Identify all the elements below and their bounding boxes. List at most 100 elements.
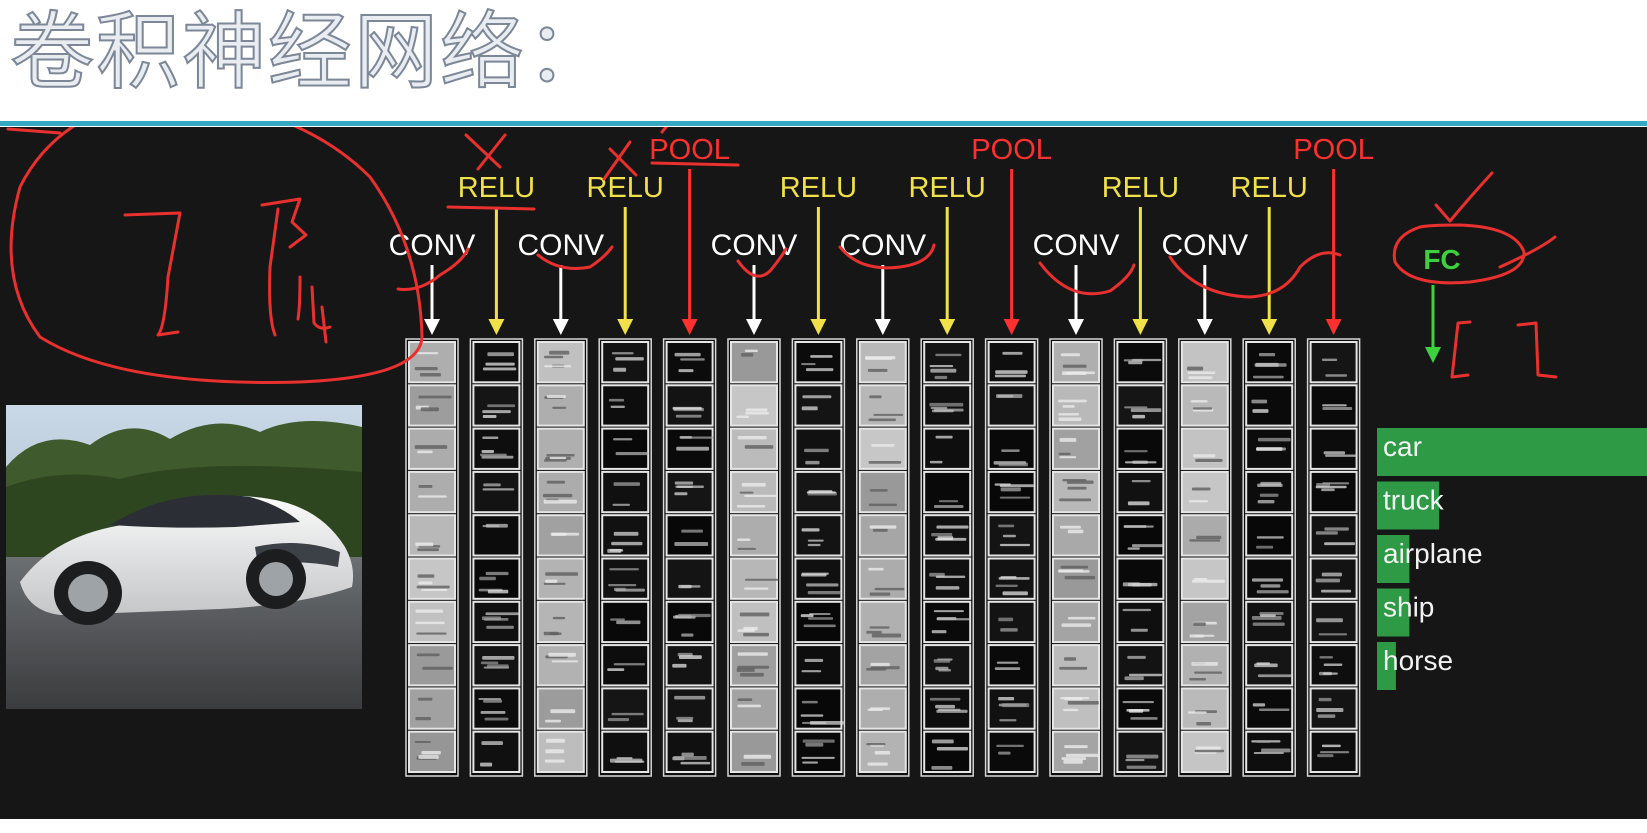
feature-streak <box>1001 703 1030 708</box>
feature-streak <box>418 495 447 498</box>
feature-map-cell <box>923 644 972 687</box>
feature-streak <box>550 709 576 714</box>
feature-map-cell <box>794 384 843 427</box>
feature-streak <box>679 436 693 439</box>
feature-streak <box>1066 480 1094 484</box>
feature-streak <box>480 661 499 665</box>
feature-streak <box>1123 359 1144 362</box>
feature-streak <box>482 414 497 419</box>
feature-streak <box>744 578 779 581</box>
prediction-label-ship: ship <box>1383 592 1434 623</box>
feature-map-columns <box>405 338 1361 777</box>
feature-streak <box>1323 451 1346 455</box>
feature-streak <box>868 567 884 571</box>
feature-streak <box>1125 759 1145 762</box>
feature-streak <box>871 633 902 638</box>
feature-streak <box>1002 351 1023 355</box>
feature-map-cell <box>730 644 778 687</box>
feature-streak <box>1252 703 1266 707</box>
feature-streak <box>933 659 951 663</box>
feature-streak <box>414 366 438 371</box>
feature-streak <box>806 491 836 494</box>
feature-streak <box>485 362 515 366</box>
feature-streak <box>743 754 772 759</box>
feature-streak <box>1130 628 1148 632</box>
feature-streak <box>613 482 640 486</box>
feature-streak <box>1257 437 1291 442</box>
feature-streak <box>866 743 886 746</box>
feature-map-cell <box>665 384 714 427</box>
feature-streak <box>737 547 757 550</box>
feature-streak <box>807 539 824 542</box>
feature-streak <box>607 668 625 671</box>
feature-streak <box>545 572 579 576</box>
feature-map-cell <box>987 730 1036 774</box>
feature-map-cell <box>408 644 456 687</box>
feature-streak <box>479 576 496 581</box>
feature-streak <box>1318 633 1348 636</box>
feature-map-cell <box>472 687 521 730</box>
feature-streak <box>1124 525 1154 528</box>
title-rule <box>0 121 1647 126</box>
feature-streak <box>934 375 948 380</box>
feature-streak <box>613 438 633 441</box>
feature-streak <box>802 761 818 764</box>
feature-map-cell <box>923 557 972 600</box>
feature-map-cell <box>665 557 714 600</box>
feature-map-cell <box>923 600 972 644</box>
feature-streak <box>1002 591 1028 596</box>
feature-streak <box>929 460 943 464</box>
feature-map-cell <box>1052 644 1100 687</box>
layer-arrow-head <box>1132 319 1149 335</box>
feature-streak <box>416 585 450 589</box>
feature-streak <box>487 664 509 669</box>
feature-streak <box>544 759 565 763</box>
layer-label-conv: CONV <box>711 229 798 262</box>
feature-streak <box>744 494 777 497</box>
feature-streak <box>867 708 883 711</box>
feature-streak <box>1002 534 1016 538</box>
feature-streak <box>545 749 565 754</box>
feature-map-cell <box>665 341 714 384</box>
feature-streak <box>678 655 702 660</box>
feature-streak <box>1256 536 1284 539</box>
feature-streak <box>546 480 566 484</box>
feature-streak <box>484 717 509 721</box>
feature-streak <box>1195 746 1221 751</box>
feature-streak <box>680 585 701 588</box>
layer-arrow-head <box>1068 319 1084 335</box>
feature-map-cell <box>665 730 714 774</box>
feature-streak <box>1063 708 1079 712</box>
cnn-diagram-panel: CONV RELU CONV RELU POOL CONV RELU CONV RELU POOL… <box>0 127 1647 819</box>
feature-map-cell <box>858 514 907 557</box>
feature-streak <box>929 402 964 407</box>
layer-arrow-head <box>810 319 827 335</box>
feature-streak <box>804 658 824 663</box>
feature-streak <box>1256 740 1271 743</box>
feature-streak <box>1060 565 1089 569</box>
feature-streak <box>1058 569 1084 572</box>
feature-streak <box>1257 500 1275 504</box>
feature-streak <box>675 485 693 488</box>
layer-arrow-head <box>424 319 440 335</box>
feature-streak <box>1316 618 1343 623</box>
layer-label-relu: RELU <box>458 172 535 204</box>
feature-streak <box>802 739 835 743</box>
feature-streak <box>487 589 509 594</box>
feature-streak <box>487 352 514 357</box>
feature-streak <box>935 537 967 541</box>
feature-streak <box>801 573 827 577</box>
feature-streak <box>420 407 439 412</box>
feature-streak <box>868 418 896 422</box>
feature-map-cell <box>923 341 972 384</box>
feature-map-cell <box>1180 514 1229 557</box>
feature-map-cell <box>665 514 714 557</box>
feature-streak <box>805 742 824 747</box>
feature-streak <box>612 503 630 506</box>
feature-map-cell <box>601 470 650 514</box>
feature-streak <box>1124 406 1148 409</box>
feature-map-column <box>1049 338 1103 777</box>
feature-streak <box>931 739 954 744</box>
feature-map-column <box>1178 338 1232 777</box>
feature-streak <box>1196 535 1222 539</box>
